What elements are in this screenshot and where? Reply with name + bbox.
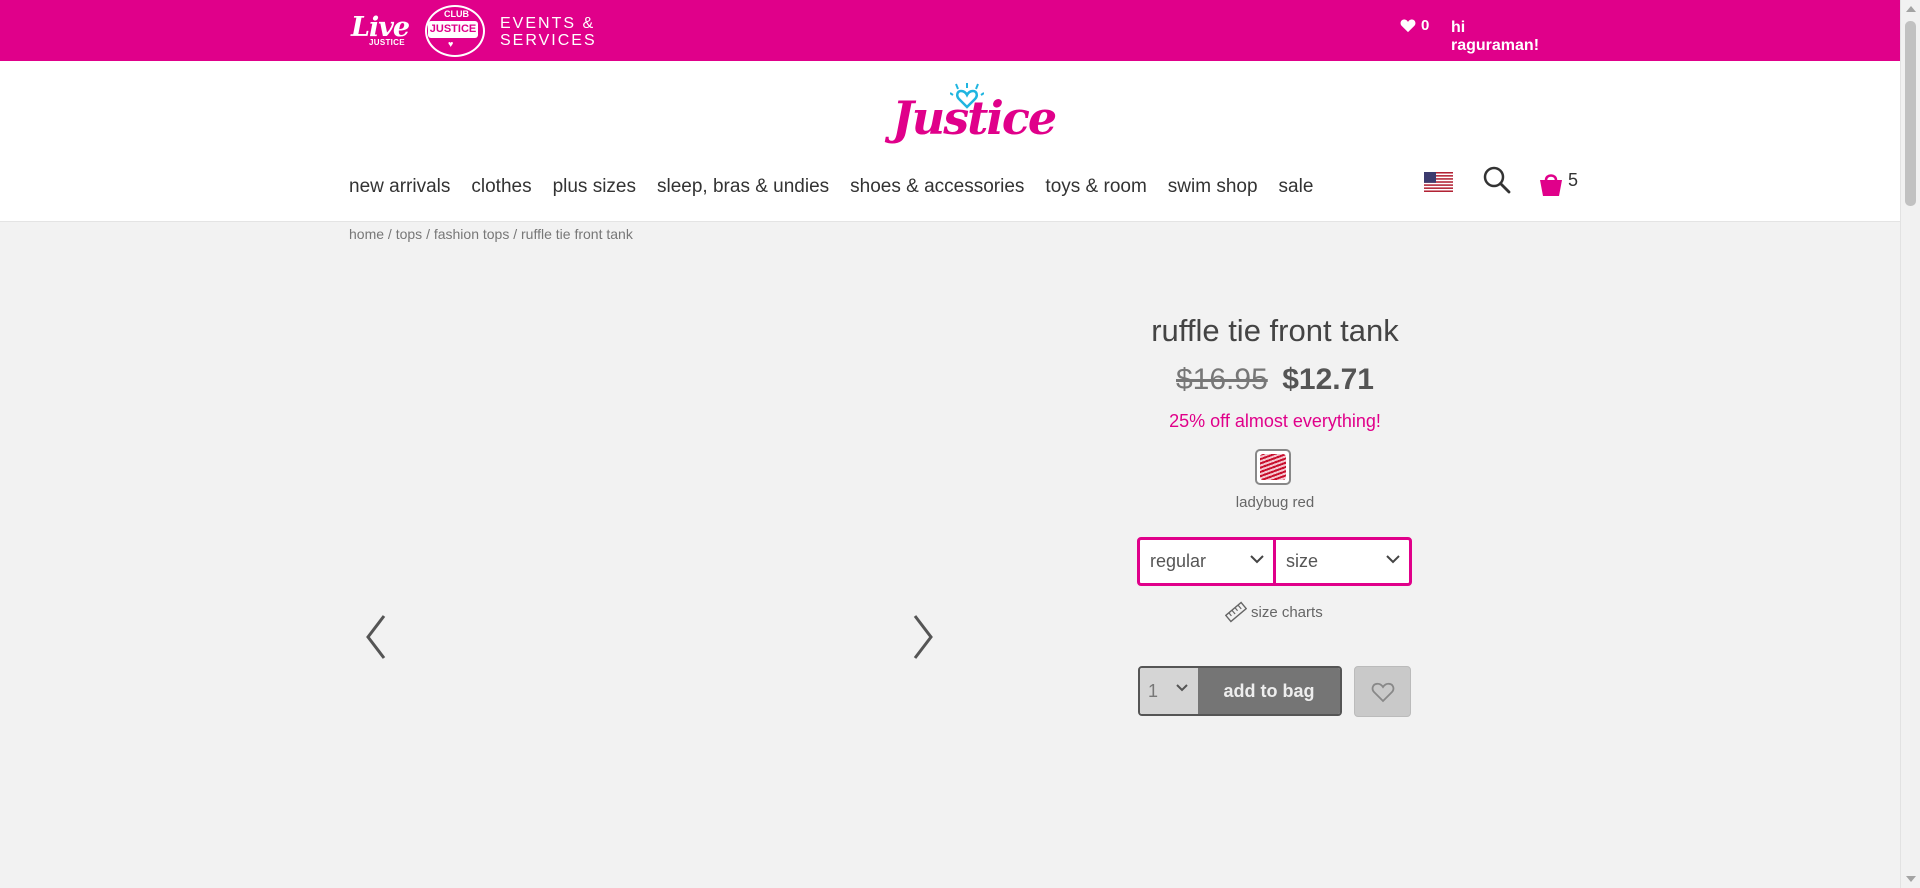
breadcrumb-separator: / [387, 226, 396, 242]
nav-shoes-accessories[interactable]: shoes & accessories [850, 176, 1024, 198]
nav-clothes[interactable]: clothes [471, 176, 531, 198]
club-justice-logo[interactable]: CLUB JUSTICE ♥ [425, 5, 485, 57]
breadcrumb-tops[interactable]: tops [396, 226, 422, 242]
size-select-value: size [1286, 551, 1319, 571]
club-logo-bottom: ♥ [448, 39, 454, 49]
breadcrumb-home[interactable]: home [349, 226, 384, 242]
events-services-link[interactable]: EVENTS & SERVICES [500, 15, 597, 49]
bag-count: 5 [1568, 170, 1579, 190]
live-justice-logo[interactable]: Live JUSTICE [349, 10, 411, 52]
fit-select[interactable]: regular [1140, 540, 1273, 583]
justice-brand-logo[interactable]: Justice [890, 83, 1057, 155]
main-header: Justice new arrivals clothes plus sizes … [0, 61, 1900, 222]
quantity-value: 1 [1148, 681, 1159, 701]
breadcrumb: home / tops / fashion tops / ruffle tie … [349, 226, 633, 242]
breadcrumb-fashion-tops[interactable]: fashion tops [434, 226, 510, 242]
nav-toys-room[interactable]: toys & room [1045, 176, 1146, 198]
promo-message: 25% off almost everything! [1169, 411, 1381, 431]
heart-icon [1400, 19, 1416, 33]
ruler-icon [1225, 601, 1247, 623]
color-swatch-pattern [1260, 454, 1286, 480]
color-name: ladybug red [1235, 494, 1315, 511]
club-logo-middle: JUSTICE [428, 21, 478, 38]
heart-sparkle-icon [950, 83, 984, 109]
shopping-bag-icon [1540, 174, 1562, 196]
chevron-down-icon [1386, 555, 1400, 564]
quantity-select[interactable]: 1 [1140, 668, 1198, 714]
breadcrumb-separator: / [426, 226, 434, 242]
search-icon[interactable] [1482, 165, 1512, 195]
shopping-bag-button[interactable]: 5 [1538, 163, 1588, 197]
add-to-wishlist-button[interactable] [1354, 666, 1411, 717]
nav-swim-shop[interactable]: swim shop [1168, 176, 1258, 198]
scroll-thumb[interactable] [1905, 21, 1916, 206]
account-greeting[interactable]: hi raguraman! [1451, 19, 1549, 55]
club-logo-top: CLUB [444, 9, 469, 19]
add-to-bag-group: 1 add to bag [1138, 666, 1342, 716]
add-to-bag-button[interactable]: add to bag [1198, 668, 1340, 714]
fit-select-value: regular [1150, 551, 1207, 571]
scroll-down-arrow[interactable] [1906, 876, 1916, 882]
nav-plus-sizes[interactable]: plus sizes [553, 176, 636, 198]
heart-icon [1371, 682, 1394, 702]
chevron-left-icon[interactable] [362, 612, 392, 662]
breadcrumb-current: ruffle tie front tank [521, 226, 633, 242]
price-block: $16.95 $12.71 [1110, 363, 1440, 397]
us-flag-icon[interactable] [1424, 172, 1453, 192]
add-to-bag-row: 1 add to bag [1138, 666, 1411, 717]
events-line-2: SERVICES [500, 32, 597, 49]
main-nav: new arrivals clothes plus sizes sleep, b… [349, 176, 1334, 198]
nav-sale[interactable]: sale [1279, 176, 1314, 198]
color-swatch[interactable] [1255, 449, 1291, 485]
top-bar: Live JUSTICE CLUB JUSTICE ♥ EVENTS & SER… [0, 0, 1900, 61]
chevron-down-icon [1250, 555, 1264, 564]
size-charts-link[interactable]: size charts [1225, 601, 1323, 623]
scroll-up-arrow[interactable] [1906, 6, 1916, 12]
wishlist-link[interactable]: 0 [1400, 17, 1429, 34]
original-price: $16.95 [1176, 363, 1268, 396]
events-line-1: EVENTS & [500, 15, 596, 32]
wishlist-count: 0 [1421, 17, 1430, 34]
chevron-right-icon[interactable] [907, 612, 937, 662]
size-charts-label: size charts [1251, 603, 1323, 621]
nav-sleep-bras-undies[interactable]: sleep, bras & undies [657, 176, 829, 198]
sale-price: $12.71 [1282, 363, 1374, 396]
product-title: ruffle tie front tank [1151, 313, 1399, 348]
variant-selectors: regular size [1137, 537, 1412, 586]
nav-new-arrivals[interactable]: new arrivals [349, 176, 450, 198]
size-select[interactable]: size [1273, 540, 1409, 583]
page-scrollbar[interactable] [1900, 0, 1920, 888]
live-logo-subword: JUSTICE [369, 38, 405, 47]
chevron-down-icon [1176, 684, 1188, 692]
breadcrumb-separator: / [513, 226, 522, 242]
